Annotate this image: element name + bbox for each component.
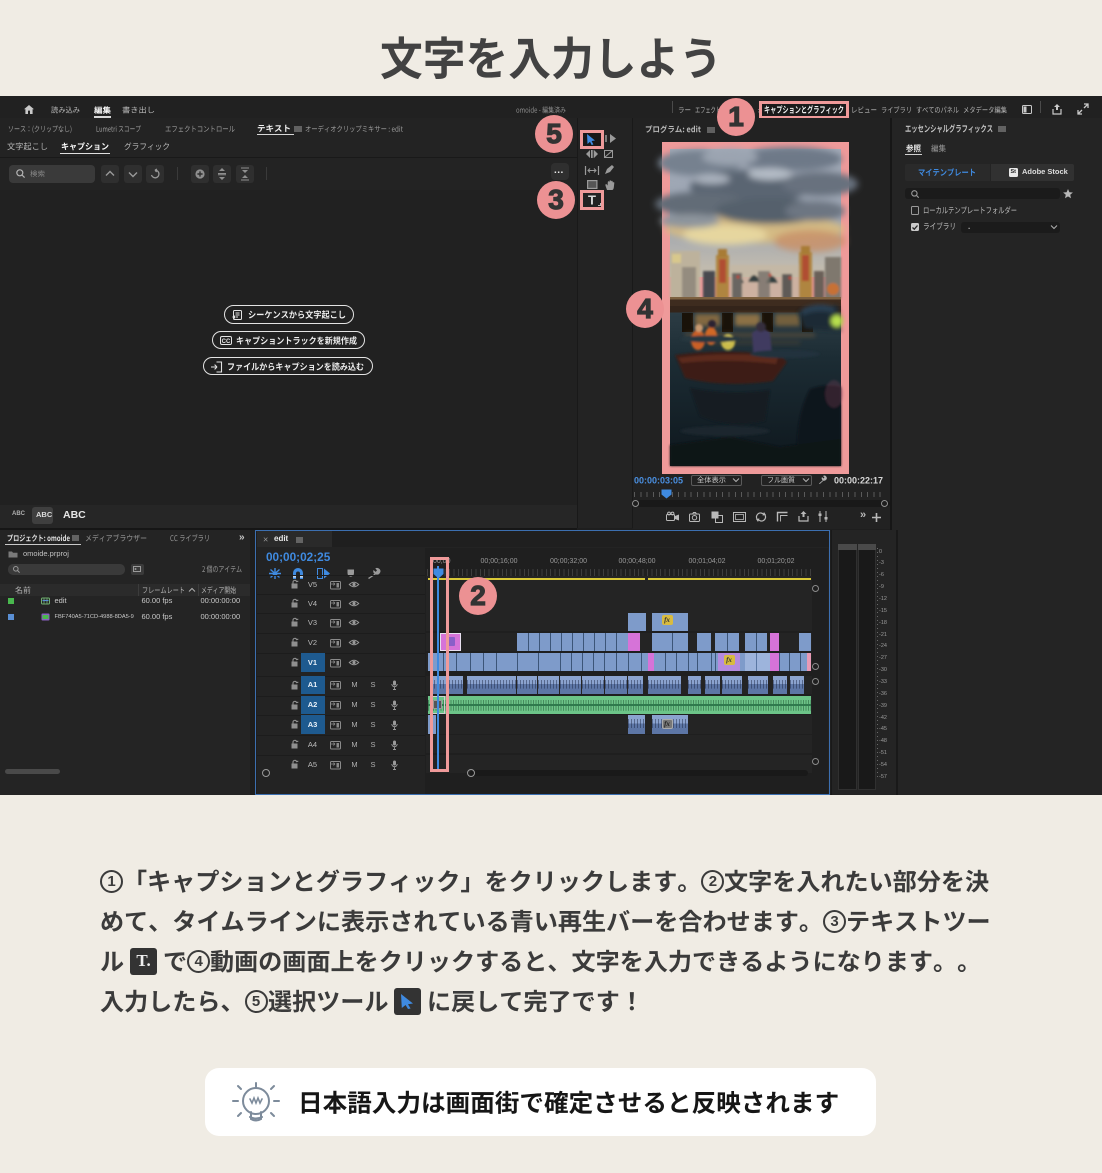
svg-text:CC: CC: [222, 339, 231, 345]
